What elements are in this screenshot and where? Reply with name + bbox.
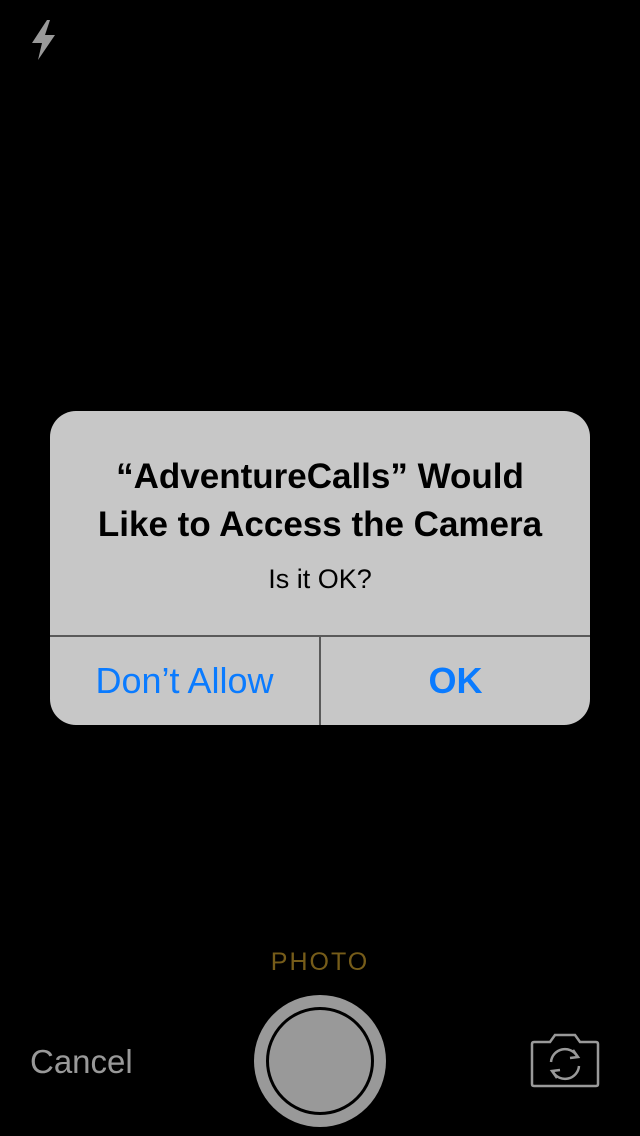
alert-message: Is it OK? bbox=[268, 564, 372, 594]
shutter-button[interactable] bbox=[254, 995, 386, 1127]
camera-screen: PHOTO Cancel “AdventureCalls” Would Like… bbox=[0, 0, 640, 1136]
ok-button[interactable]: OK bbox=[321, 637, 590, 725]
shutter-inner-ring bbox=[266, 1007, 374, 1115]
camera-switch-icon[interactable] bbox=[528, 1032, 602, 1090]
cancel-button[interactable]: Cancel bbox=[30, 1040, 133, 1084]
photo-mode-label[interactable]: PHOTO bbox=[220, 948, 420, 977]
alert-title: “AdventureCalls” Would Like to Access th… bbox=[97, 457, 543, 544]
dont-allow-button[interactable]: Don’t Allow bbox=[50, 637, 319, 725]
flash-icon[interactable] bbox=[26, 18, 62, 62]
alert-body: “AdventureCalls” Would Like to Access th… bbox=[50, 411, 590, 635]
camera-permission-alert: “AdventureCalls” Would Like to Access th… bbox=[50, 411, 590, 725]
